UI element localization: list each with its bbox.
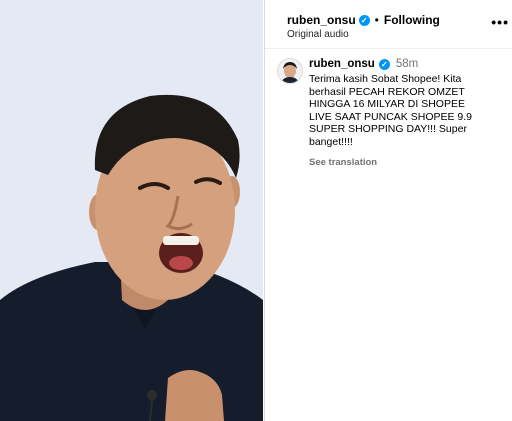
reel-video[interactable] — [0, 0, 263, 421]
caption-comment: ruben_onsu ✓ 58m Terima kasih Sobat Shop… — [277, 58, 507, 168]
video-frame — [0, 0, 263, 421]
header-separator: • — [374, 13, 379, 27]
original-audio-link[interactable]: Original audio — [287, 29, 349, 40]
more-options-icon[interactable]: ••• — [491, 14, 509, 30]
header-username[interactable]: ruben_onsu — [287, 13, 356, 27]
following-button[interactable]: Following — [384, 13, 440, 27]
post-timestamp[interactable]: 58m — [396, 58, 418, 70]
verified-badge-icon: ✓ — [358, 14, 370, 26]
see-translation-button[interactable]: See translation — [309, 157, 507, 168]
header-user: ruben_onsu ✓ • Following — [287, 13, 440, 27]
caption-text: Terima kasih Sobat Shopee! Kita berhasil… — [309, 73, 473, 148]
avatar-image — [278, 59, 302, 83]
post-header: ruben_onsu ✓ • Following Original audio … — [265, 0, 512, 49]
avatar[interactable] — [277, 58, 303, 84]
verified-badge-icon: ✓ — [378, 58, 390, 70]
post-panel: ruben_onsu ✓ • Following Original audio … — [264, 0, 512, 421]
caption-header: ruben_onsu ✓ 58m — [309, 58, 507, 70]
caption-username[interactable]: ruben_onsu — [309, 58, 375, 70]
